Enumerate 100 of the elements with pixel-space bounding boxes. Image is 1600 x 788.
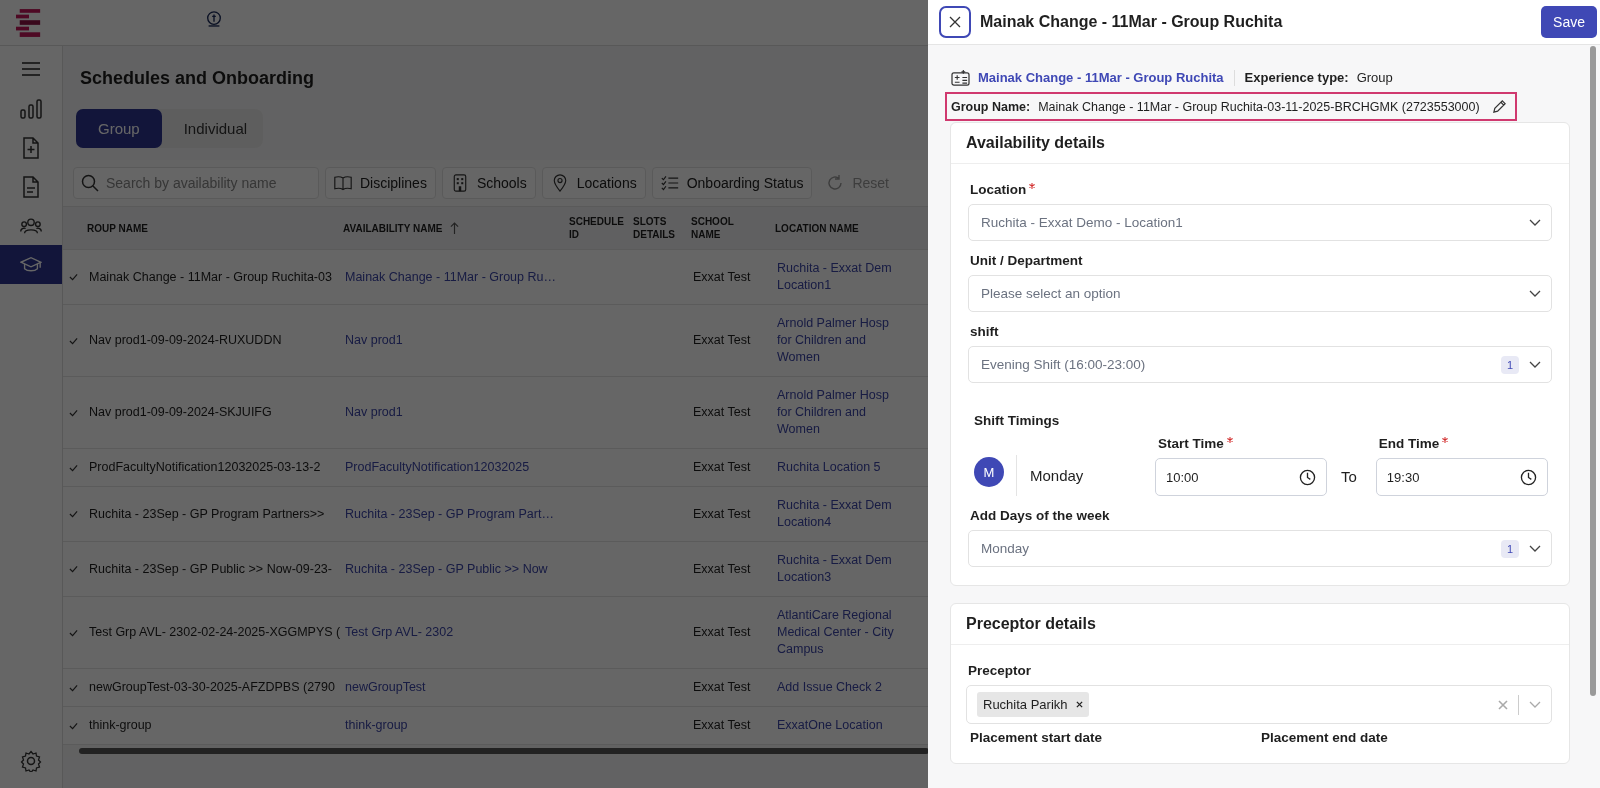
table-cell: Exxat Test — [693, 717, 751, 734]
chevron-down-icon — [1529, 218, 1541, 227]
count-badge: 1 — [1500, 539, 1519, 558]
clear-icon[interactable] — [1498, 699, 1508, 710]
tab[interactable]: Individual — [161, 109, 270, 148]
availability-link[interactable]: Test Grp AVL- 2302 — [345, 624, 454, 641]
time-field[interactable]: 19:30 — [1375, 458, 1548, 496]
table-cell: Exxat Test — [693, 459, 751, 476]
availability-link[interactable]: Nav prod1 — [345, 404, 403, 421]
count-badge: 1 — [1500, 355, 1519, 374]
experience-type-label: Experience type: — [1244, 70, 1349, 85]
bar-chart-icon — [20, 97, 42, 120]
table-cell: Exxat Test — [693, 560, 751, 578]
time-field[interactable]: 10:00 — [1155, 458, 1327, 496]
column-header[interactable]: SCHOOL NAME — [691, 215, 734, 241]
table-cell: Nav prod1-09-09-2024-RUXUDDN — [89, 332, 282, 349]
select-field[interactable]: Please select an option — [968, 275, 1552, 312]
field-label: Unit / Department — [970, 253, 1083, 268]
table-cell: Exxat Test — [693, 404, 751, 421]
filter-button[interactable]: Disciplines — [325, 167, 436, 199]
close-icon — [949, 16, 961, 28]
table-cell: Exxat Test — [693, 679, 751, 696]
filter-button[interactable]: Schools — [441, 167, 536, 199]
availability-link[interactable]: Ruchita - 23Sep - GP Program Part… — [345, 505, 554, 523]
scrollbar-thumb[interactable] — [79, 748, 929, 754]
availability-link[interactable]: Mainak Change - 11Mar - Group Ruchita — [978, 70, 1224, 85]
clock-icon — [1299, 468, 1316, 486]
column-header[interactable]: SCHEDULE ID — [569, 215, 624, 241]
filter-button[interactable]: Locations — [541, 167, 646, 199]
tab[interactable]: Group — [76, 109, 162, 148]
section-title: Availability details — [951, 123, 1569, 164]
select-field[interactable]: Ruchita - Exxat Demo - Location1 — [968, 204, 1552, 241]
day-label: Monday — [1016, 455, 1155, 496]
availability-link[interactable]: ProdFacultyNotification12032025 — [345, 459, 530, 476]
checklist-icon — [660, 174, 679, 192]
field-label: Preceptor — [968, 663, 1032, 678]
table-cell: newGroupTest-03-30-2025-AFZDPBS (2790 — [89, 679, 335, 696]
sort-arrow-icon[interactable] — [450, 221, 460, 235]
field-label: Placement end date — [1261, 730, 1389, 745]
menu-icon[interactable] — [21, 61, 41, 77]
chevron-down-icon — [1529, 289, 1541, 298]
table-cell: Ruchita - 23Sep - GP Public >> Now-09-23- — [89, 560, 332, 578]
availability-link[interactable]: newGroupTest — [345, 679, 426, 696]
select-field[interactable]: Evening Shift (16:00-23:00) 1 — [968, 346, 1552, 383]
day-avatar: M — [974, 457, 1004, 487]
logo-icon — [16, 7, 42, 38]
section-title: Preceptor details — [951, 604, 1569, 645]
location-link[interactable]: Ruchita - Exxat Dem Location3 — [777, 552, 892, 586]
availability-link[interactable]: Mainak Change - 11Mar - Group Ru… — [345, 268, 556, 286]
experience-type-value: Group — [1356, 70, 1393, 85]
location-link[interactable]: Arnold Palmer Hosp for Children and Women — [777, 387, 889, 438]
settings-icon[interactable] — [20, 750, 42, 772]
field-label: Add Days of the week — [970, 508, 1110, 523]
table-cell: Test Grp AVL- 2302-02-24-2025-XGGMPYS ( — [89, 624, 341, 641]
table-cell: Mainak Change - 11Mar - Group Ruchita-03 — [89, 268, 332, 286]
location-link[interactable]: AtlantiCare Regional Medical Center - City Campus — [777, 607, 894, 658]
filter-button[interactable]: Onboarding Status — [651, 167, 813, 199]
table-cell: think-group — [89, 717, 152, 734]
book-icon — [334, 174, 352, 192]
location-link[interactable]: Add Issue Check 2 — [777, 679, 882, 696]
field-label: shift — [970, 324, 999, 339]
clock-icon — [1519, 468, 1537, 486]
scrollbar-thumb[interactable] — [1590, 46, 1596, 696]
column-header[interactable]: AVAILABILITY NAME — [343, 221, 443, 235]
panel-title: Mainak Change - 11Mar - Group Ruchita — [980, 13, 1283, 31]
select-field[interactable]: Monday 1 — [968, 530, 1552, 567]
field-label: Start Time — [1158, 436, 1224, 451]
chevron-down-icon — [1529, 544, 1541, 553]
availability-link[interactable]: think-group — [345, 717, 408, 734]
document-icon — [20, 175, 42, 198]
availability-link[interactable]: Nav prod1 — [345, 332, 403, 349]
column-header[interactable]: SLOTS DETAILS — [633, 215, 676, 241]
close-button[interactable] — [939, 6, 971, 38]
location-link[interactable]: Ruchita - Exxat Dem Location1 — [777, 260, 892, 294]
nav-item[interactable] — [0, 245, 62, 284]
table-cell: Exxat Test — [693, 268, 751, 286]
location-link[interactable]: ExxatOne Location — [777, 717, 883, 734]
column-header[interactable]: ROUP NAME — [87, 221, 148, 235]
table-cell: Exxat Test — [693, 505, 751, 523]
table-cell: Nav prod1-09-09-2024-SKJUIFG — [89, 404, 272, 421]
to-label: To — [1341, 468, 1357, 485]
location-link[interactable]: Ruchita - Exxat Dem Location4 — [777, 497, 892, 531]
save-button[interactable]: Save — [1541, 6, 1597, 38]
chip-label: Ruchita Parikh — [983, 697, 1068, 712]
table-cell: Exxat Test — [693, 624, 751, 641]
location-link[interactable]: Ruchita Location 5 — [777, 459, 881, 476]
remove-icon[interactable] — [1075, 701, 1083, 708]
field-label: Location — [970, 182, 1027, 197]
id-card-icon — [951, 69, 970, 86]
group-name-label: Group Name: — [951, 99, 1031, 114]
column-header[interactable]: LOCATION NAME — [775, 221, 859, 235]
refresh-icon — [826, 174, 845, 192]
pencil-icon[interactable] — [1491, 99, 1507, 114]
search-icon — [81, 174, 99, 192]
multi-select-field[interactable]: Ruchita Parikh — [966, 685, 1552, 724]
location-link[interactable]: Arnold Palmer Hosp for Children and Women — [777, 315, 889, 366]
field-label: Placement start date — [970, 730, 1104, 745]
school-logo-icon — [205, 9, 223, 28]
availability-link[interactable]: Ruchita - 23Sep - GP Public >> Now — [345, 560, 548, 578]
group-name-value: Mainak Change - 11Mar - Group Ruchita-03-11-2025-BRCHGMK (2723553000) — [1038, 99, 1480, 114]
